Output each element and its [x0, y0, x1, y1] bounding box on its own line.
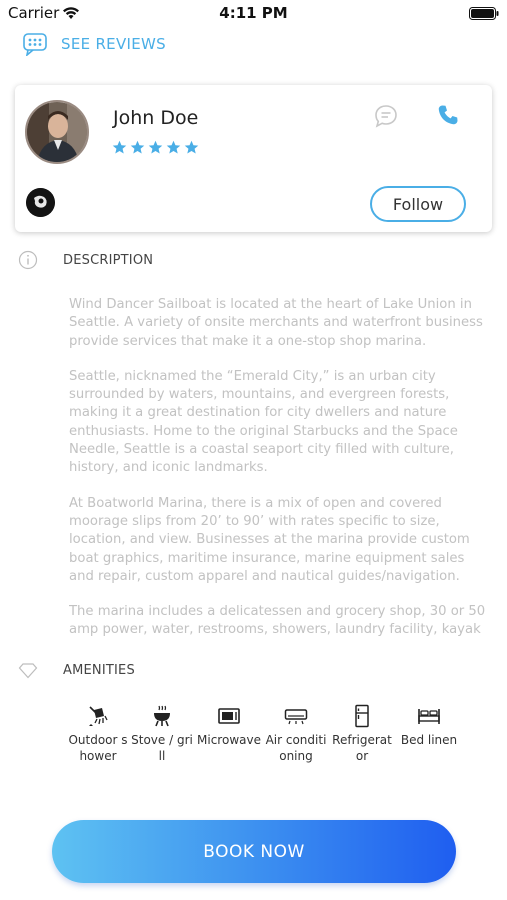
amenity-label: Bed linen	[400, 733, 458, 747]
amenity-label: Stove / grill	[131, 733, 193, 763]
chat-bubbles-icon	[23, 33, 47, 56]
phone-icon[interactable]	[436, 103, 460, 127]
amenities-heading: AMENITIES	[63, 662, 135, 678]
amenity-label: Microwave	[197, 733, 261, 747]
info-icon	[18, 250, 38, 270]
rating-stars	[112, 140, 199, 155]
amenity-label: Refrigerator	[332, 733, 392, 763]
star-icon	[184, 140, 199, 154]
star-icon	[148, 140, 163, 154]
microwave-icon	[218, 708, 240, 724]
clock-time: 4:11 PM	[219, 4, 288, 22]
star-icon	[130, 140, 145, 154]
profile-name: John Doe	[113, 107, 199, 129]
star-icon	[166, 140, 181, 154]
follow-button[interactable]: Follow	[370, 186, 466, 222]
description-header: DESCRIPTION	[18, 250, 153, 270]
book-now-button[interactable]: BOOK NOW	[52, 820, 456, 883]
see-reviews-label: SEE REVIEWS	[61, 35, 166, 53]
grill-icon	[154, 705, 170, 727]
battery-icon	[469, 7, 499, 20]
bed-icon	[418, 709, 440, 724]
status-bar: Carrier 4:11 PM	[0, 0, 507, 28]
amenities-header: AMENITIES	[18, 660, 135, 680]
air-conditioner-icon	[284, 709, 308, 725]
amenity-air-conditioning: Air conditioning	[264, 704, 328, 764]
description-paragraph: The marina includes a delicatessen and g…	[69, 604, 486, 638]
description-text: Wind Dancer Sailboat is located at the h…	[69, 296, 489, 638]
amenity-microwave: Microwave	[197, 704, 261, 748]
shower-icon	[89, 706, 108, 726]
avatar[interactable]	[25, 100, 89, 164]
mini-avatar-icon	[26, 188, 55, 217]
chat-icon[interactable]	[373, 103, 399, 129]
amenity-stove-grill: Stove / grill	[130, 704, 194, 764]
person-photo-icon	[27, 102, 87, 162]
star-icon	[112, 140, 127, 154]
see-reviews-link[interactable]: SEE REVIEWS	[22, 30, 166, 58]
description-heading: DESCRIPTION	[63, 252, 154, 268]
amenities-list: Outdoor shower Stove / grill Microwave A…	[66, 704, 466, 794]
amenity-bed-linen: Bed linen	[397, 704, 461, 748]
amenity-refrigerator: Refrigerator	[330, 704, 394, 764]
description-paragraph: Wind Dancer Sailboat is located at the h…	[69, 297, 483, 349]
description-paragraph: Seattle, nicknamed the “Emerald City,” i…	[69, 368, 458, 476]
description-paragraph: At Boatworld Marina, there is a mix of o…	[69, 495, 470, 584]
follower-avatar[interactable]	[26, 188, 55, 217]
amenity-outdoor-shower: Outdoor shower	[66, 704, 130, 764]
amenity-label: Air conditioning	[265, 733, 327, 763]
diamond-icon	[18, 663, 38, 679]
profile-card: John Doe Follow	[15, 85, 492, 232]
refrigerator-icon	[355, 704, 369, 728]
amenity-label: Outdoor shower	[68, 733, 128, 763]
